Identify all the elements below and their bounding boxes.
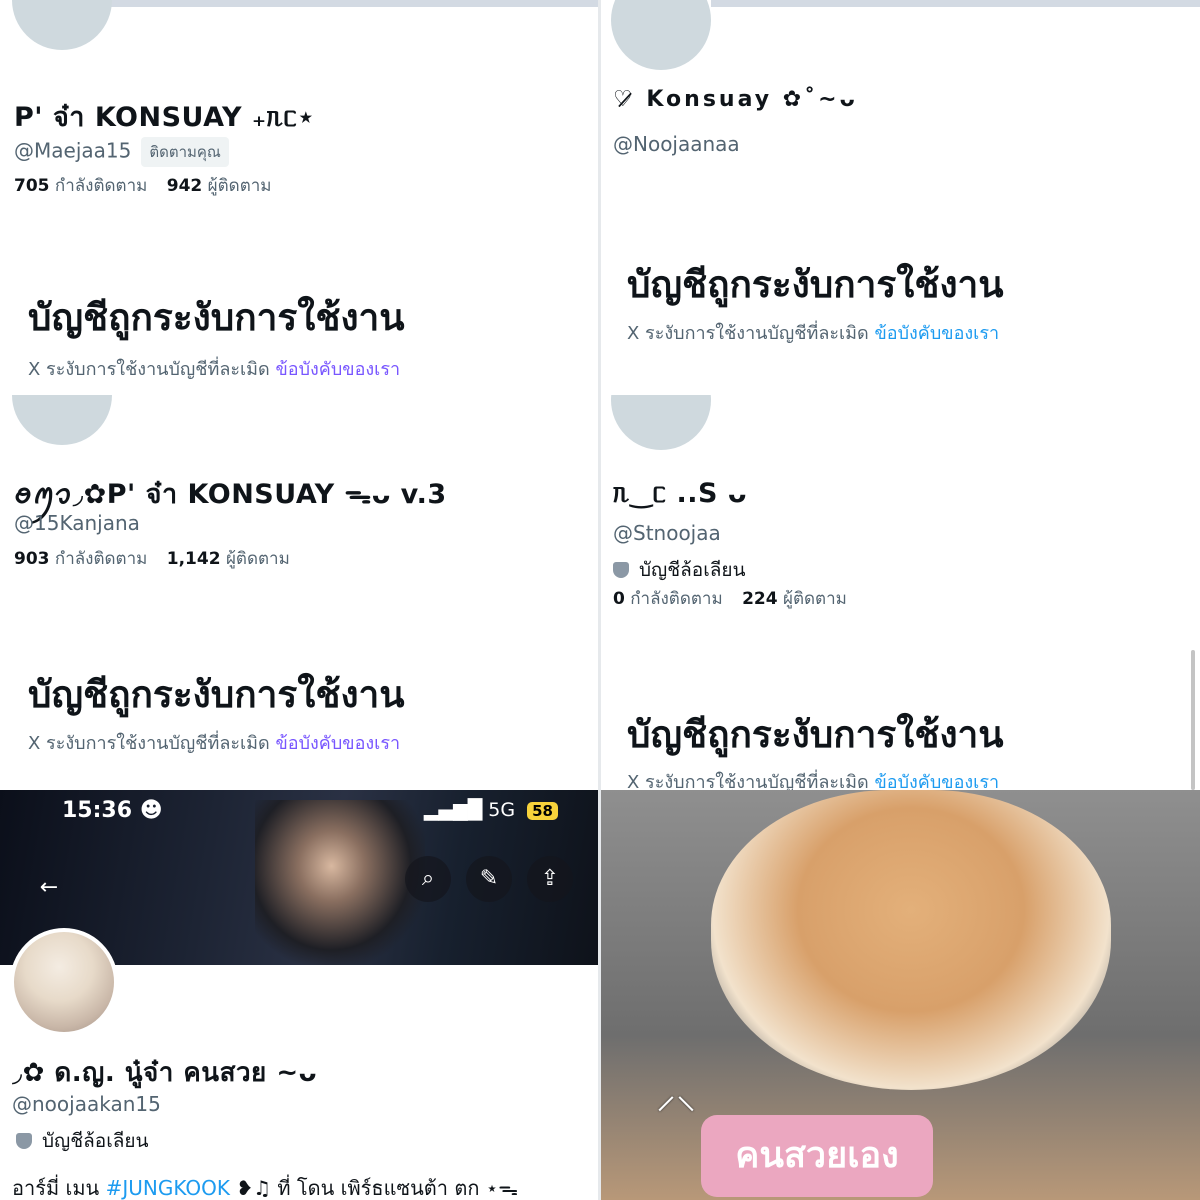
followers-count: 224 <box>742 589 778 609</box>
bio-text-rest: ❥♫ ที่ โดน เพิร์ธแซนต้า ตก ⋆ᯓ <box>236 1176 519 1200</box>
suspended-title: บัญชีถูกระงับการใช้งาน <box>627 713 1004 756</box>
follows-you-badge: ติดตามคุณ <box>141 137 229 167</box>
avatar[interactable] <box>611 0 711 70</box>
followers-link[interactable]: 224 ผู้ติดตาม <box>742 589 847 609</box>
profile-name: P' จ๋า KONSUAY ₊ᥰᥴ⋆ <box>14 102 315 133</box>
suspended-text: X ระงับการใช้งานบัญชีที่ละเมิด ข้อบังคับ… <box>627 318 999 347</box>
following-label: กำลังติดตาม <box>54 176 148 196</box>
share-icon[interactable]: ⇪ <box>527 856 573 902</box>
suspended-desc: X ระงับการใช้งานบัญชีที่ละเมิด <box>627 323 869 344</box>
pencil-icon[interactable]: ✎ <box>466 856 512 902</box>
suspended-title: บัญชีถูกระงับการใช้งาน <box>28 673 405 716</box>
followers-link[interactable]: 942 ผู้ติดตาม <box>167 176 272 196</box>
following-count: 705 <box>14 176 50 196</box>
profile-handle: @Maejaa15 ติดตามคุณ <box>14 137 229 167</box>
followers-link[interactable]: 1,142 ผู้ติดตาม <box>167 549 290 569</box>
following-label: กำลังติดตาม <box>54 549 148 569</box>
profile-name: ♡̷̷ Konsuay ✿˚~ᴗ <box>613 87 858 112</box>
top-bar <box>711 0 1200 7</box>
hashtag-link[interactable]: #JUNGKOOK <box>106 1176 230 1200</box>
kitten-image <box>711 790 1111 1090</box>
profile-panel-2: ♡̷̷ Konsuay ✿˚~ᴗ @Noojaanaa บัญชีถูกระงั… <box>601 0 1200 395</box>
suspended-desc: X ระงับการใช้งานบัญชีที่ละเมิด <box>28 733 270 754</box>
handle-text: @Maejaa15 <box>14 138 132 163</box>
back-arrow-icon[interactable]: ← <box>26 865 72 911</box>
avatar[interactable] <box>12 395 112 445</box>
profile-handle: @Noojaanaa <box>613 132 740 156</box>
parody-label: บัญชีล้อเลียน <box>16 1126 148 1156</box>
follow-stats: 0 กำลังติดตาม 224 ผู้ติดตาม <box>613 585 847 612</box>
profile-bio: อาร์มี่ เมน #JUNGKOOK ❥♫ ที่ โดน เพิร์ธแ… <box>12 1172 518 1200</box>
top-bar <box>110 0 598 7</box>
follow-stats: 903 กำลังติดตาม 1,142 ผู้ติดตาม <box>14 545 290 572</box>
avatar[interactable] <box>611 395 711 450</box>
status-indicators: ▂▄▆█ 5G 58 <box>424 799 558 821</box>
following-link[interactable]: 705 กำลังติดตาม <box>14 176 147 196</box>
suspended-title: บัญชีถูกระงับการใช้งาน <box>627 263 1004 306</box>
profile-panel-3: ꪮꪑꪫ◞✿P' จ๋า KONSUAY ᯓᴗ v.3 @15Kanjana 90… <box>0 395 598 790</box>
parody-label: บัญชีล้อเลียน <box>613 555 745 585</box>
profile-name: ᥰ‿ᥴ ..S ᴗ <box>613 478 747 509</box>
mask-icon <box>613 562 629 578</box>
profile-handle: @Stnoojaa <box>613 521 721 545</box>
burst-lines-icon: ⸝⸜ <box>656 1072 696 1118</box>
rules-link[interactable]: ข้อบังคับของเรา <box>275 359 400 380</box>
parody-text: บัญชีล้อเลียน <box>639 559 746 581</box>
suspended-desc: X ระงับการใช้งานบัญชีที่ละเมิด <box>28 359 270 380</box>
suspended-text: X ระงับการใช้งานบัญชีที่ละเมิด ข้อบังคับ… <box>28 728 400 757</box>
status-time: 15:36 ☻ <box>62 798 163 823</box>
parody-text: บัญชีล้อเลียน <box>42 1130 149 1152</box>
text-sticker: คนสวยเอง <box>701 1115 933 1197</box>
rules-link[interactable]: ข้อบังคับของเรา <box>275 733 400 754</box>
banner-photo <box>255 800 425 965</box>
followers-count: 942 <box>166 176 203 196</box>
suspended-text: X ระงับการใช้งานบัญชีที่ละเมิด ข้อบังคับ… <box>627 767 999 790</box>
profile-handle: @15Kanjana <box>14 511 140 535</box>
rules-link[interactable]: ข้อบังคับของเรา <box>874 772 999 790</box>
following-count: 0 <box>613 589 625 609</box>
avatar[interactable] <box>12 0 112 50</box>
scrollbar[interactable] <box>1191 650 1195 790</box>
battery-level: 58 <box>527 802 558 820</box>
phone-profile-screenshot: 15:36 ☻ ▂▄▆█ 5G 58 ← ⌕ ✎ ⇪ ◞✿ ด.ญ. นู๋จ๋… <box>0 790 598 1200</box>
followers-label: ผู้ติดตาม <box>207 176 272 196</box>
network-type: 5G <box>488 799 516 821</box>
followers-label: ผู้ติดตาม <box>225 549 290 569</box>
following-count: 903 <box>14 549 50 569</box>
bio-text: อาร์มี่ เมน <box>12 1176 100 1200</box>
suspended-title: บัญชีถูกระงับการใช้งาน <box>28 296 405 339</box>
following-link[interactable]: 0 กำลังติดตาม <box>613 589 723 609</box>
mask-icon <box>16 1133 32 1149</box>
profile-name: ◞✿ ด.ญ. นู๋จ๋า คนสวย ~ᴗ <box>12 1058 317 1088</box>
followers-count: 1,142 <box>166 549 221 569</box>
avatar[interactable] <box>10 928 118 1036</box>
suspended-desc: X ระงับการใช้งานบัญชีที่ละเมิด <box>627 772 869 790</box>
signal-icon: ▂▄▆█ <box>423 799 483 821</box>
search-icon[interactable]: ⌕ <box>405 856 451 902</box>
rules-link[interactable]: ข้อบังคับของเรา <box>874 323 999 344</box>
suspended-text: X ระงับการใช้งานบัญชีที่ละเมิด ข้อบังคับ… <box>28 354 400 383</box>
following-label: กำลังติดตาม <box>630 589 723 609</box>
following-link[interactable]: 903 กำลังติดตาม <box>14 549 147 569</box>
profile-panel-4: ᥰ‿ᥴ ..S ᴗ @Stnoojaa บัญชีล้อเลียน 0 กำลั… <box>601 395 1200 790</box>
followers-label: ผู้ติดตาม <box>783 589 847 609</box>
profile-panel-1: P' จ๋า KONSUAY ₊ᥰᥴ⋆ @Maejaa15 ติดตามคุณ 7… <box>0 0 598 395</box>
follow-stats: 705 กำลังติดตาม 942 ผู้ติดตาม <box>14 172 272 199</box>
profile-handle: @noojaakan15 <box>12 1092 161 1116</box>
cat-photo: ⸝⸜ คนสวยเอง <box>601 790 1200 1200</box>
